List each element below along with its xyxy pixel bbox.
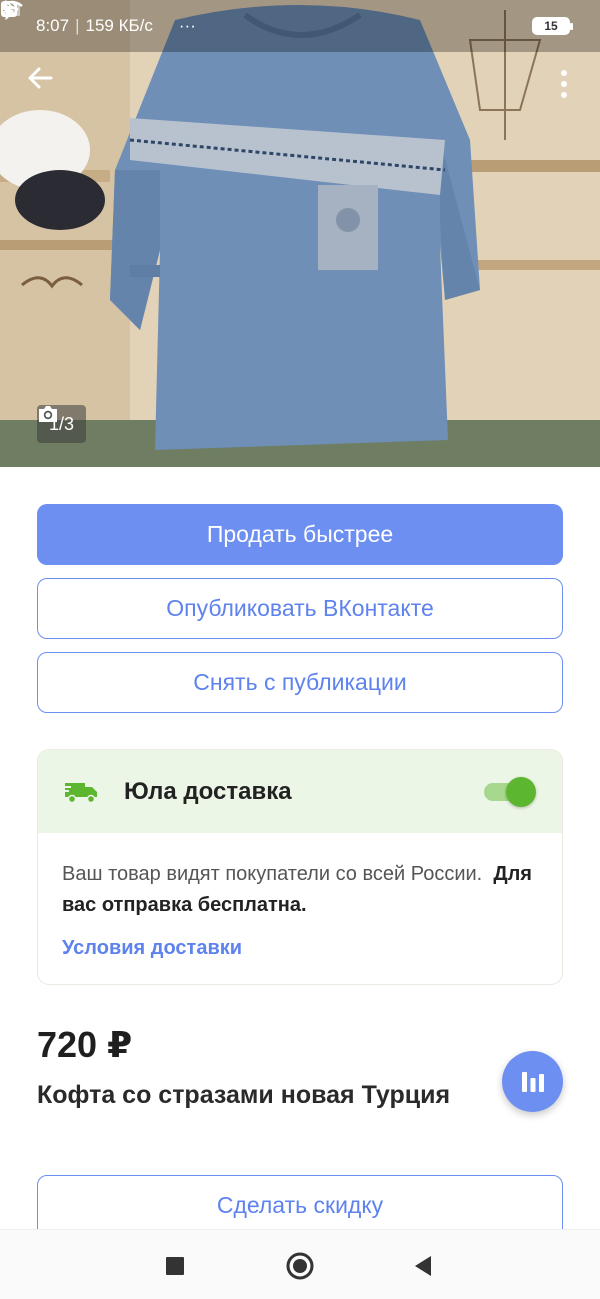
system-nav-bar bbox=[0, 1229, 600, 1299]
delivery-header: Юла доставка bbox=[38, 750, 562, 833]
delivery-card: Юла доставка Ваш товар видят покупатели … bbox=[37, 749, 563, 985]
status-network-speed: 159 КБ/с bbox=[85, 16, 153, 35]
status-time: 8:07 bbox=[36, 16, 70, 35]
photo-counter: 1/3 bbox=[37, 405, 87, 443]
delivery-toggle[interactable] bbox=[484, 776, 536, 807]
unpublish-label: Снять с публикации bbox=[193, 669, 407, 695]
camera-icon bbox=[39, 406, 57, 422]
delivery-terms-link[interactable]: Условия доставки bbox=[62, 933, 242, 964]
recent-apps-button[interactable] bbox=[157, 1248, 193, 1284]
toggle-knob bbox=[506, 776, 536, 807]
delivery-body: Ваш товар видят покупатели со всей Росси… bbox=[38, 833, 562, 964]
nav-back-button[interactable] bbox=[405, 1248, 441, 1284]
delivery-title: Юла доставка bbox=[124, 777, 292, 805]
sell-faster-button[interactable]: Продать быстрее bbox=[37, 504, 563, 565]
discount-label: Сделать скидку bbox=[216, 1191, 384, 1218]
back-arrow-icon bbox=[28, 67, 53, 89]
sweater-photo bbox=[0, 0, 600, 467]
status-more: ··· bbox=[178, 16, 196, 35]
discount-button[interactable]: Сделать скидку bbox=[37, 1175, 563, 1235]
stats-button[interactable] bbox=[502, 1051, 563, 1112]
listing-photo[interactable]: 8:07 | 159 КБ/с ··· 15 1/3 bbox=[0, 0, 600, 467]
publish-vk-button[interactable]: Опубликовать ВКонтакте bbox=[37, 578, 563, 639]
delivery-description: Ваш товар видят покупатели со всей Росси… bbox=[62, 863, 483, 885]
listing-price: 720 ₽ bbox=[37, 1024, 133, 1065]
back-button[interactable] bbox=[26, 64, 66, 104]
unpublish-button[interactable]: Снять с публикации bbox=[37, 652, 563, 713]
truck-icon bbox=[65, 782, 97, 803]
home-icon bbox=[286, 1252, 314, 1280]
recent-apps-icon bbox=[166, 1257, 184, 1275]
battery-icon: 15 bbox=[532, 17, 573, 35]
publish-vk-label: Опубликовать ВКонтакте bbox=[166, 595, 434, 621]
more-vertical-icon[interactable] bbox=[548, 64, 580, 104]
status-bar: 8:07 | 159 КБ/с ··· 15 bbox=[0, 0, 600, 52]
back-icon bbox=[415, 1256, 431, 1276]
home-button[interactable] bbox=[282, 1248, 318, 1284]
listing-title: Кофта со стразами новая Турция bbox=[37, 1081, 451, 1109]
status-separator: | bbox=[75, 16, 80, 35]
bar-chart-icon bbox=[521, 1071, 544, 1092]
sell-faster-label: Продать быстрее bbox=[206, 521, 394, 547]
